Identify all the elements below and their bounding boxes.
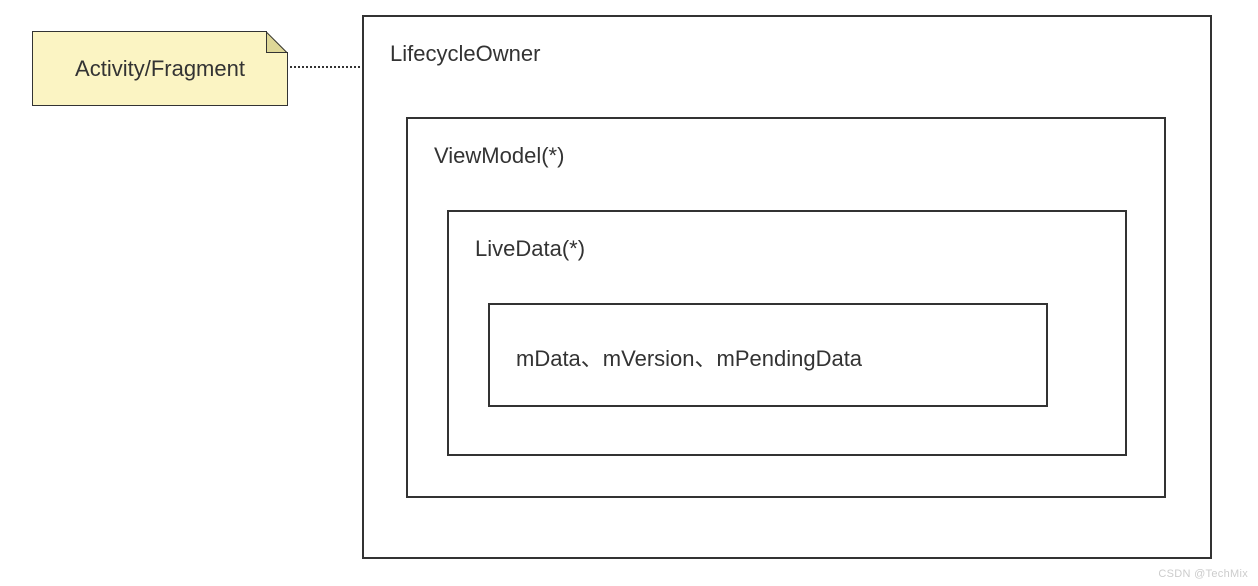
label-viewmodel: ViewModel(*) <box>408 119 1164 169</box>
note-fold-diagonal <box>266 31 288 53</box>
label-members: mData、mVersion、mPendingData <box>490 305 1046 373</box>
label-lifecycle-owner: LifecycleOwner <box>364 17 1210 67</box>
watermark: CSDN @TechMix <box>1158 568 1248 580</box>
note-label: Activity/Fragment <box>33 32 287 105</box>
label-livedata: LiveData(*) <box>449 212 1125 262</box>
note-activity-fragment: Activity/Fragment <box>32 31 288 106</box>
box-members: mData、mVersion、mPendingData <box>488 303 1048 407</box>
dashed-connector <box>290 66 360 68</box>
